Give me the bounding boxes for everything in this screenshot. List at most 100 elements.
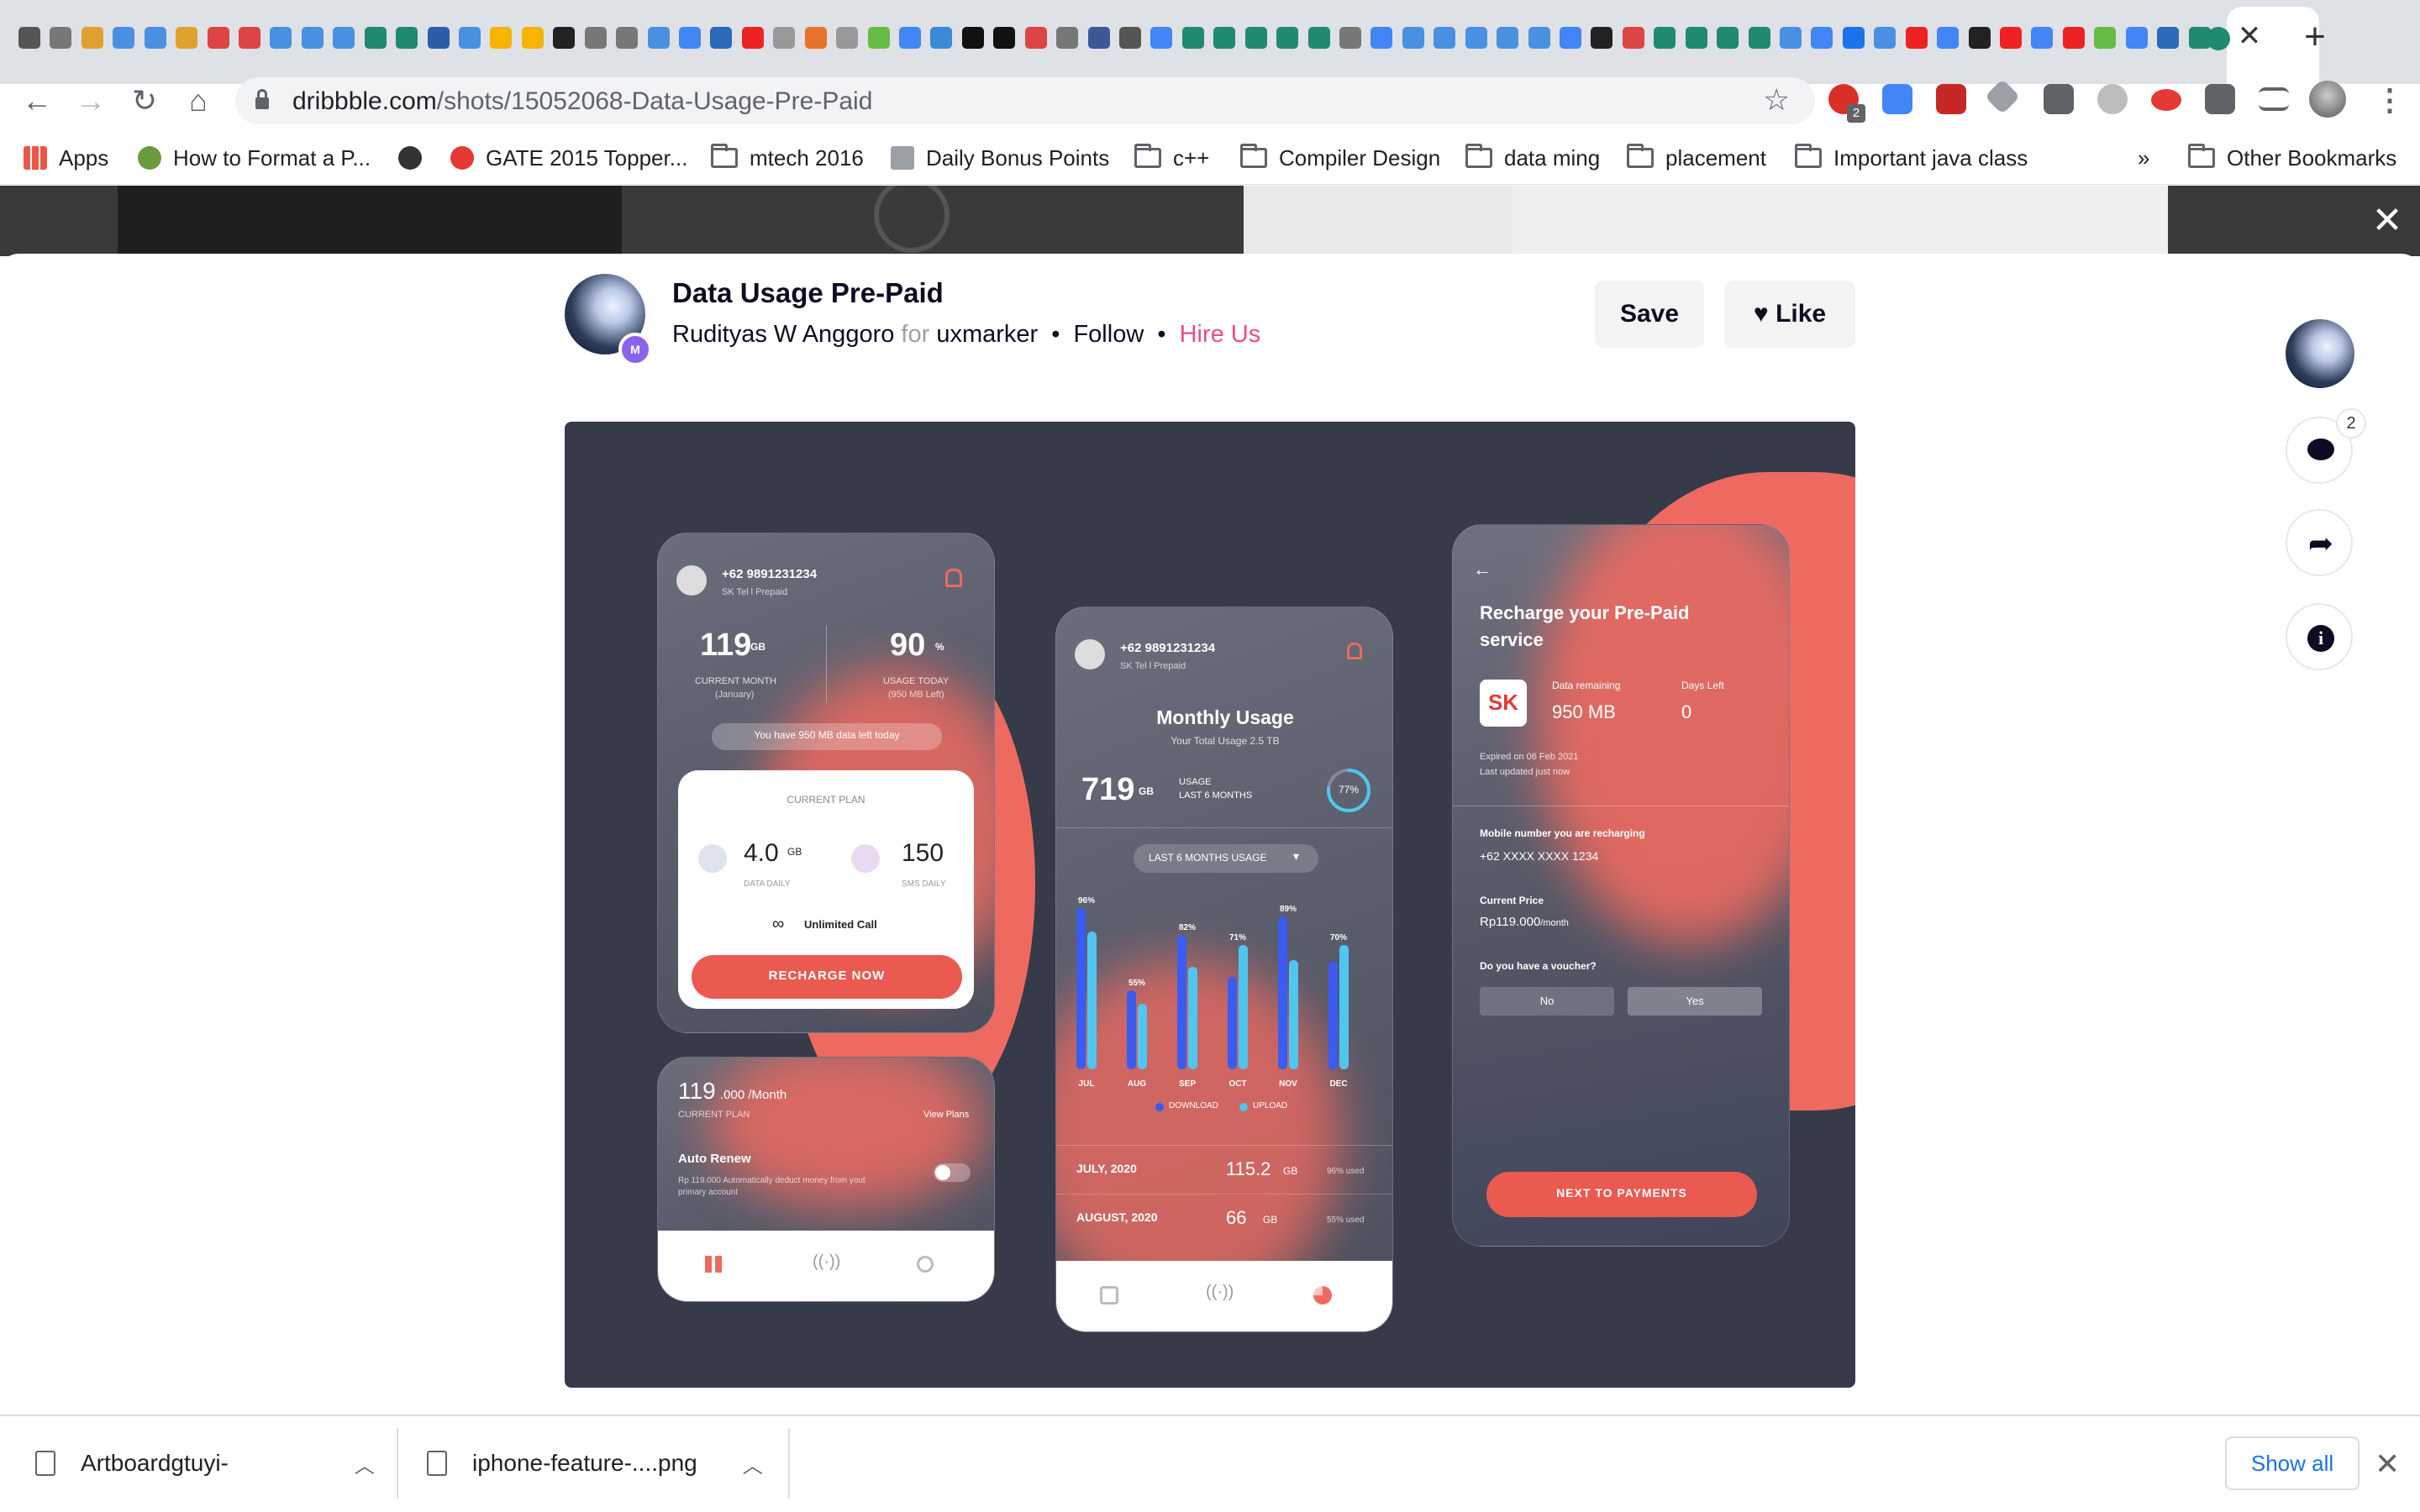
tab-favicon[interactable] [18,27,40,49]
forward-arrow-icon[interactable]: → [69,79,113,123]
signal-icon[interactable]: ((·)) [1206,1283,1234,1302]
tab-favicon[interactable] [2157,27,2180,49]
tab-favicon[interactable] [1150,27,1173,49]
url-text[interactable]: dribbble.com/shots/15052068-Data-Usage-P… [292,86,872,118]
tab-favicon[interactable] [993,27,1016,49]
tab-favicon[interactable] [1622,27,1644,49]
tab-favicon[interactable] [741,27,764,49]
reload-icon[interactable]: ↻ [123,79,166,123]
bookmark-item-4[interactable]: Daily Bonus Points [891,141,1109,175]
tab-favicon[interactable] [1780,27,1802,49]
home-icon[interactable]: ⌂ [176,79,220,123]
follow-link[interactable]: Follow [1073,321,1144,348]
menu-kebab-icon[interactable]: ⋮ [2375,82,2405,118]
tab-favicon[interactable] [1276,27,1299,49]
close-download-bar-icon[interactable]: ✕ [2375,1446,2400,1482]
tab-favicon[interactable] [1244,27,1267,49]
tab-favicon[interactable] [2062,27,2085,49]
bookmark-item-9[interactable]: Important java class [1795,141,2028,175]
tab-favicon[interactable] [1874,27,1897,49]
tab-favicon[interactable] [1339,27,1361,49]
tab-favicon[interactable] [2125,27,2148,49]
tab-favicon[interactable] [427,27,450,49]
tab-favicon[interactable] [710,27,733,49]
tab-favicon[interactable] [207,27,229,49]
tab-favicon[interactable] [396,27,418,49]
tab-favicon[interactable] [1024,27,1047,49]
bookmark-item-3[interactable]: mtech 2016 [711,141,864,175]
bookmark-globe[interactable] [398,141,422,175]
info-button[interactable]: i [2286,603,2353,670]
translate-extension-icon[interactable] [1882,84,1912,114]
tab-favicon[interactable] [1181,27,1204,49]
tab-favicon[interactable] [81,27,103,49]
view-plans-link[interactable]: View Plans [923,1110,969,1120]
tab-close-icon[interactable]: ✕ [2237,22,2262,50]
tab-favicon[interactable] [1213,27,1236,49]
eye-extension-icon[interactable] [2151,89,2181,111]
signal-icon[interactable]: ((·)) [813,1252,840,1272]
shot-image[interactable]: +62 9891231234 SK Tel l Prepaid 119 GB C… [565,422,1855,1388]
tab-favicon[interactable] [1591,27,1613,49]
home-grid-icon[interactable] [705,1256,722,1273]
bookmark-item-8[interactable]: placement [1627,141,1766,175]
auto-renew-toggle[interactable] [934,1163,971,1182]
tab-favicon[interactable] [1654,27,1676,49]
tab-favicon[interactable] [459,27,481,49]
download-item-1[interactable]: Artboardgtuyi- ︿ [35,1428,375,1499]
tab-favicon[interactable] [867,27,890,49]
tab-favicon[interactable] [1370,27,1393,49]
bookmarks-overflow-button[interactable]: » [2138,141,2149,175]
new-tab-button[interactable]: + [2298,18,2332,55]
tab-favicon[interactable] [1937,27,1960,49]
tab-favicon[interactable] [1434,27,1456,49]
author-link[interactable]: Rudityas W Anggoro [672,321,894,348]
tab-favicon[interactable] [553,27,576,49]
tab-favicon[interactable] [1402,27,1424,49]
tab-favicon[interactable] [1528,27,1550,49]
bookmark-item-5[interactable]: c++ [1134,141,1209,175]
tab-favicon[interactable] [270,27,292,49]
bookmark-item-7[interactable]: data ming [1465,141,1600,175]
bookmark-apps[interactable]: Apps [24,141,108,175]
bookmark-item-2[interactable]: GATE 2015 Topper... [450,141,687,175]
tab-favicon[interactable] [521,27,544,49]
pie-chart-icon[interactable] [1313,1286,1332,1305]
chevron-up-icon[interactable]: ︿ [743,1449,763,1478]
tab-favicon[interactable] [1968,27,1991,49]
tab-favicon[interactable] [144,27,166,49]
share-button[interactable]: ➦ [2286,509,2353,576]
tab-favicon[interactable] [1748,27,1770,49]
tab-favicon[interactable] [1119,27,1141,49]
tab-favicon[interactable] [364,27,387,49]
tab-favicon[interactable] [804,27,827,49]
tab-favicon[interactable] [2000,27,2022,49]
tab-favicon[interactable] [176,27,198,49]
bookmark-star-icon[interactable]: ☆ [1763,82,1790,118]
tab-favicon[interactable] [1087,27,1110,49]
tab-favicon[interactable] [1497,27,1519,49]
show-all-button[interactable]: Show all [2225,1436,2360,1490]
tab-favicon[interactable] [1811,27,1833,49]
tab-favicon[interactable] [1056,27,1079,49]
back-arrow-icon[interactable]: ← [15,79,59,123]
bookmark-item-6[interactable]: Compiler Design [1240,141,1440,175]
back-arrow-icon[interactable]: ← [1473,559,1491,580]
download-item-2[interactable]: iphone-feature-....png ︿ [427,1428,763,1499]
tab-favicon[interactable] [1307,27,1330,49]
hire-us-link[interactable]: Hire Us [1180,321,1261,348]
extension-red-icon[interactable] [1936,84,1966,114]
tab-favicon[interactable] [333,27,355,49]
tab-favicon[interactable] [113,27,135,49]
tab-favicon[interactable] [1842,27,1865,49]
tab-favicon[interactable] [1465,27,1487,49]
other-bookmarks[interactable]: Other Bookmarks [2188,141,2396,175]
media-control-icon[interactable] [2259,87,2289,111]
sidebar-author-avatar[interactable] [2286,319,2354,388]
tab-favicon[interactable] [1905,27,1928,49]
tab-favicon[interactable] [899,27,921,49]
tab-favicon[interactable] [1717,27,1739,49]
team-link[interactable]: uxmarker [936,321,1038,348]
tab-favicon[interactable] [679,27,701,49]
tab-favicon[interactable] [301,27,324,49]
